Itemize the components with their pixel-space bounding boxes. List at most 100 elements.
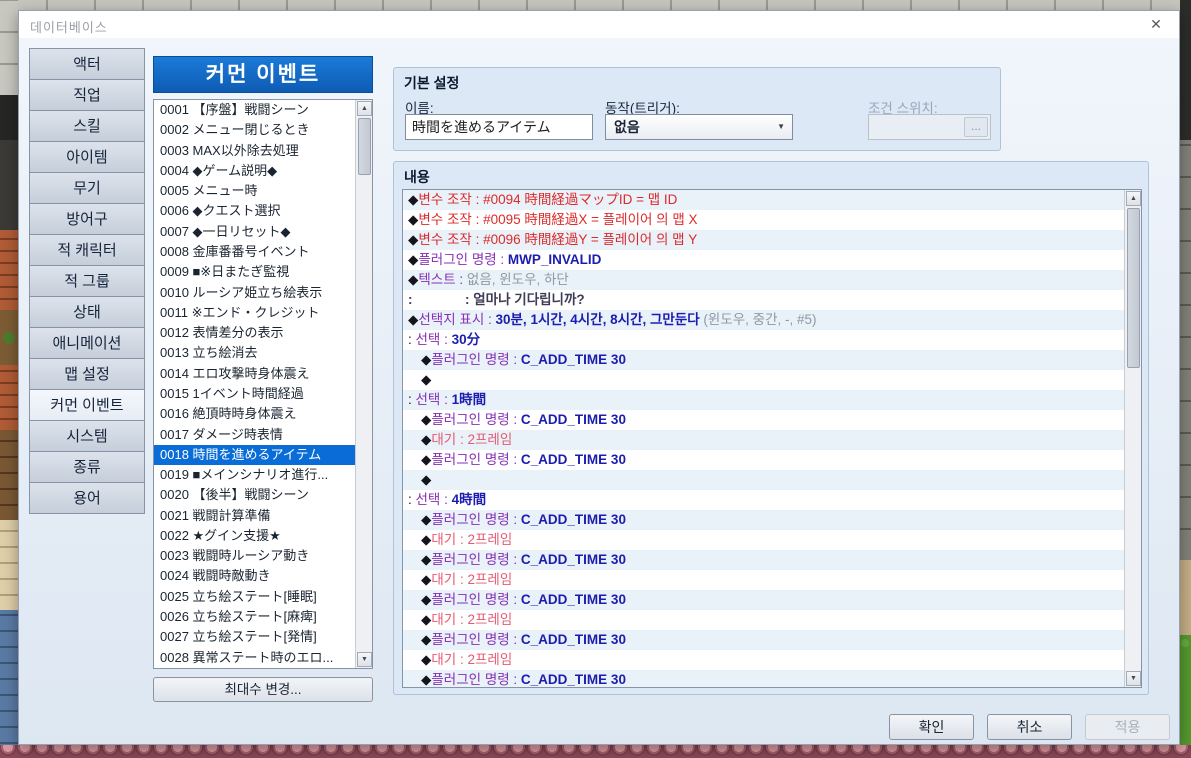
event-list-item[interactable]: 0002 メニュー閉じるとき <box>154 120 355 140</box>
name-input[interactable] <box>405 114 593 140</box>
event-list-item[interactable]: 0008 金庫番番号イベント <box>154 242 355 262</box>
map-tile-dark <box>0 95 18 140</box>
map-tile-sand <box>0 520 18 610</box>
event-list-item[interactable]: 0010 ルーシア姫立ち絵表示 <box>154 283 355 303</box>
event-list-item[interactable]: 0009 ■※日またぎ監視 <box>154 262 355 282</box>
command-segment: C_ADD_TIME 30 <box>521 412 626 427</box>
scrollbar-thumb[interactable] <box>1127 208 1140 368</box>
event-command-row[interactable]: : 선택 : 30分 <box>403 330 1124 350</box>
command-segment: ◆ <box>421 672 431 687</box>
condition-switch-browse-button[interactable]: ... <box>964 117 988 137</box>
close-icon[interactable]: ✕ <box>1146 16 1166 34</box>
event-command-row[interactable]: ◆변수 조작 : #0095 時間経過X = 플레이어 의 맵 X <box>403 210 1124 230</box>
command-segment: 플러그인 명령 : <box>431 672 521 687</box>
event-list-item[interactable]: 0026 立ち絵ステート[麻痺] <box>154 607 355 627</box>
sidebar-tab[interactable]: 시스템 <box>29 420 145 452</box>
event-list-item[interactable]: 0011 ※エンド・クレジット <box>154 303 355 323</box>
event-command-row[interactable]: ◆변수 조작 : #0096 時間経過Y = 플레이어 의 맵 Y <box>403 230 1124 250</box>
sidebar-tab[interactable]: 애니메이션 <box>29 327 145 359</box>
event-list-item[interactable]: 0012 表情差分の表示 <box>154 323 355 343</box>
event-list-item[interactable]: 0003 MAX以外除去処理 <box>154 141 355 161</box>
event-command-row[interactable]: ◆플러그인 명령 : MWP_INVALID <box>403 250 1124 270</box>
sidebar-tab[interactable]: 무기 <box>29 172 145 204</box>
sidebar-tab[interactable]: 상태 <box>29 296 145 328</box>
event-list-item[interactable]: 0028 異常ステート時のエロ... <box>154 648 355 668</box>
command-segment: C_ADD_TIME 30 <box>521 632 626 647</box>
event-list-item[interactable]: 0024 戦闘時敵動き <box>154 566 355 586</box>
ok-button[interactable]: 확인 <box>889 714 974 740</box>
event-command-row[interactable]: ◆플러그인 명령 : C_ADD_TIME 30 <box>403 590 1124 610</box>
map-tile-dark <box>1180 0 1191 140</box>
event-list-item[interactable]: 0017 ダメージ時表情 <box>154 425 355 445</box>
event-list-item[interactable]: 0027 立ち絵ステート[発情] <box>154 627 355 647</box>
commands-scrollbar[interactable]: ▲ ▼ <box>1124 190 1141 687</box>
event-list-item[interactable]: 0014 エロ攻撃時身体震え <box>154 364 355 384</box>
event-command-row[interactable]: : 선택 : 4時間 <box>403 490 1124 510</box>
event-list-item[interactable]: 0021 戦闘計算準備 <box>154 506 355 526</box>
event-command-row[interactable]: ◆플러그인 명령 : C_ADD_TIME 30 <box>403 670 1124 687</box>
event-list-item[interactable]: 0004 ◆ゲーム説明◆ <box>154 161 355 181</box>
sidebar-tab[interactable]: 종류 <box>29 451 145 483</box>
sidebar-tab[interactable]: 스킬 <box>29 110 145 142</box>
scrollbar-down-button[interactable]: ▼ <box>1126 671 1141 686</box>
event-list-item[interactable]: 0013 立ち絵消去 <box>154 343 355 363</box>
event-command-row[interactable]: ◆변수 조작 : #0094 時間経過マップID = 맵 ID <box>403 190 1124 210</box>
command-segment: ◆ <box>408 252 418 267</box>
map-tile-stone <box>0 0 18 95</box>
event-list-item[interactable]: 0019 ■メインシナリオ進行... <box>154 465 355 485</box>
command-segment: C_ADD_TIME 30 <box>521 452 626 467</box>
event-command-row[interactable]: ◆대기 : 2프레임 <box>403 570 1124 590</box>
event-list-item[interactable]: 0025 立ち絵ステート[睡眠] <box>154 587 355 607</box>
event-command-row[interactable]: ◆대기 : 2프레임 <box>403 610 1124 630</box>
sidebar-tab[interactable]: 커먼 이벤트 <box>29 389 145 421</box>
sidebar-tab[interactable]: 아이템 <box>29 141 145 173</box>
event-list-item[interactable]: 0007 ◆一日リセット◆ <box>154 222 355 242</box>
event-command-row[interactable]: ◆대기 : 2프레임 <box>403 530 1124 550</box>
sidebar-tab[interactable]: 적 캐릭터 <box>29 234 145 266</box>
command-segment: 선택 : <box>416 392 452 407</box>
event-list-item[interactable]: 0023 戦闘時ルーシア動き <box>154 546 355 566</box>
event-list-item[interactable]: 0022 ★グイン支援★ <box>154 526 355 546</box>
event-command-row[interactable]: ◆플러그인 명령 : C_ADD_TIME 30 <box>403 630 1124 650</box>
event-list-item[interactable]: 0015 1イベント時間経過 <box>154 384 355 404</box>
event-list-item[interactable]: 0001 【序盤】戦闘シーン <box>154 100 355 120</box>
sidebar-tab[interactable]: 용어 <box>29 482 145 514</box>
event-command-row[interactable]: ◆플러그인 명령 : C_ADD_TIME 30 <box>403 350 1124 370</box>
event-list-item[interactable]: 0005 メニュー時 <box>154 181 355 201</box>
map-background-left <box>0 0 18 758</box>
event-list-item[interactable]: 0018 時間を進めるアイテム <box>154 445 355 465</box>
event-listbox: 0001 【序盤】戦闘シーン0002 メニュー閉じるとき0003 MAX以外除去… <box>153 99 373 669</box>
trigger-dropdown[interactable]: 없음▼ <box>605 114 793 140</box>
sidebar-tab[interactable]: 액터 <box>29 48 145 80</box>
event-command-row[interactable]: : 선택 : 1時間 <box>403 390 1124 410</box>
command-segment: 없음, 윈도우, 하단 <box>467 272 569 287</box>
sidebar-tab[interactable]: 맵 설정 <box>29 358 145 390</box>
scrollbar-up-button[interactable]: ▲ <box>1126 191 1141 206</box>
event-command-row[interactable]: ◆플러그인 명령 : C_ADD_TIME 30 <box>403 450 1124 470</box>
event-command-row[interactable]: ◆플러그인 명령 : C_ADD_TIME 30 <box>403 410 1124 430</box>
event-command-row[interactable]: ◆대기 : 2프레임 <box>403 430 1124 450</box>
event-list-item[interactable]: 0020 【後半】戦闘シーン <box>154 485 355 505</box>
command-segment: (윈도우, 중간, -, #5) <box>703 312 816 327</box>
sidebar-tab[interactable]: 방어구 <box>29 203 145 235</box>
command-segment: 변수 조작 : #0095 時間経過X = 플레이어 의 맵 X <box>418 212 697 227</box>
event-list-scrollbar[interactable]: ▲ ▼ <box>355 100 372 668</box>
scrollbar-down-button[interactable]: ▼ <box>357 652 372 667</box>
change-maximum-button[interactable]: 최대수 변경... <box>153 677 373 702</box>
cancel-button[interactable]: 취소 <box>987 714 1072 740</box>
event-list-item[interactable]: 0006 ◆クエスト選択 <box>154 201 355 221</box>
sidebar-tab[interactable]: 직업 <box>29 79 145 111</box>
scrollbar-up-button[interactable]: ▲ <box>357 101 372 116</box>
event-command-row[interactable]: ◆플러그인 명령 : C_ADD_TIME 30 <box>403 550 1124 570</box>
event-command-row[interactable]: ◆텍스트 : 없음, 윈도우, 하단 <box>403 270 1124 290</box>
event-command-row[interactable]: ◆플러그인 명령 : C_ADD_TIME 30 <box>403 510 1124 530</box>
event-command-row[interactable]: ◆ <box>403 370 1124 390</box>
event-command-row[interactable]: ◆대기 : 2프레임 <box>403 650 1124 670</box>
event-list-item[interactable]: 0016 絶頂時時身体震え <box>154 404 355 424</box>
scrollbar-thumb[interactable] <box>358 118 371 175</box>
sidebar-tab[interactable]: 적 그룹 <box>29 265 145 297</box>
event-command-row[interactable]: ◆ <box>403 470 1124 490</box>
event-command-row[interactable]: : : 얼마나 기다립니까? <box>403 290 1124 310</box>
event-command-row[interactable]: ◆선택지 표시 : 30분, 1시간, 4시간, 8시간, 그만둔다 (윈도우,… <box>403 310 1124 330</box>
command-segment: ◆ <box>421 552 431 567</box>
